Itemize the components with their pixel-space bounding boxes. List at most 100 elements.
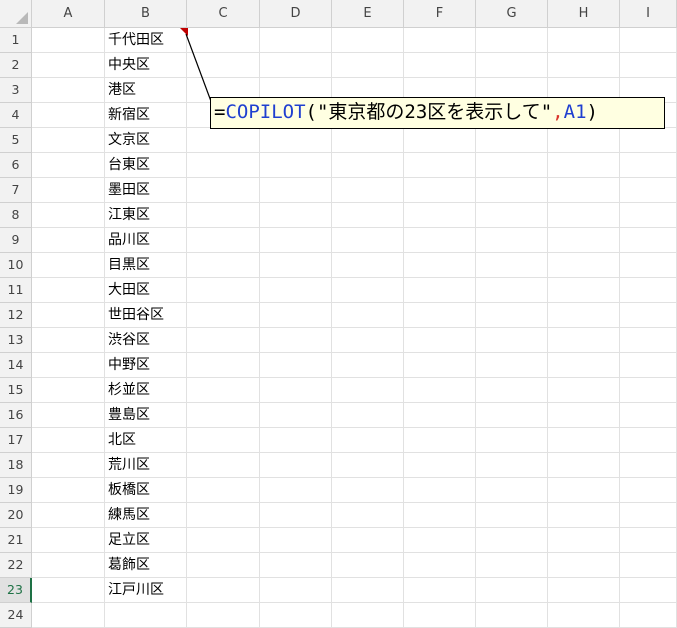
row-header-7[interactable]: 7 xyxy=(0,178,32,203)
row-header-9[interactable]: 9 xyxy=(0,228,32,253)
cell-a15[interactable] xyxy=(32,378,105,403)
cell-d16[interactable] xyxy=(260,403,332,428)
cell-f11[interactable] xyxy=(404,278,476,303)
cell-c17[interactable] xyxy=(187,428,260,453)
cell-e14[interactable] xyxy=(332,353,404,378)
cell-g5[interactable] xyxy=(476,128,548,153)
cell-e1[interactable] xyxy=(332,28,404,53)
select-all-corner[interactable] xyxy=(0,0,32,28)
cell-i5[interactable] xyxy=(620,128,677,153)
cell-f9[interactable] xyxy=(404,228,476,253)
cell-i9[interactable] xyxy=(620,228,677,253)
row-header-17[interactable]: 17 xyxy=(0,428,32,453)
cell-e13[interactable] xyxy=(332,328,404,353)
cell-h22[interactable] xyxy=(548,553,620,578)
cell-f18[interactable] xyxy=(404,453,476,478)
cell-g21[interactable] xyxy=(476,528,548,553)
cell-b18[interactable]: 荒川区 xyxy=(105,453,187,478)
cell-b23[interactable]: 江戸川区 xyxy=(105,578,187,603)
cell-e21[interactable] xyxy=(332,528,404,553)
cell-d2[interactable] xyxy=(260,53,332,78)
cell-d9[interactable] xyxy=(260,228,332,253)
cell-f23[interactable] xyxy=(404,578,476,603)
cell-b9[interactable]: 品川区 xyxy=(105,228,187,253)
cell-e18[interactable] xyxy=(332,453,404,478)
cell-f20[interactable] xyxy=(404,503,476,528)
cell-a21[interactable] xyxy=(32,528,105,553)
cell-g2[interactable] xyxy=(476,53,548,78)
cell-b11[interactable]: 大田区 xyxy=(105,278,187,303)
cell-g20[interactable] xyxy=(476,503,548,528)
column-header-i[interactable]: I xyxy=(620,0,677,28)
cell-a14[interactable] xyxy=(32,353,105,378)
cell-a7[interactable] xyxy=(32,178,105,203)
cell-a13[interactable] xyxy=(32,328,105,353)
row-header-20[interactable]: 20 xyxy=(0,503,32,528)
cell-g7[interactable] xyxy=(476,178,548,203)
cell-g16[interactable] xyxy=(476,403,548,428)
cell-b8[interactable]: 江東区 xyxy=(105,203,187,228)
cell-c10[interactable] xyxy=(187,253,260,278)
cell-i6[interactable] xyxy=(620,153,677,178)
cell-e22[interactable] xyxy=(332,553,404,578)
cell-c8[interactable] xyxy=(187,203,260,228)
cell-i24[interactable] xyxy=(620,603,677,628)
cell-d5[interactable] xyxy=(260,128,332,153)
cell-c22[interactable] xyxy=(187,553,260,578)
cell-a2[interactable] xyxy=(32,53,105,78)
cell-c6[interactable] xyxy=(187,153,260,178)
cell-g15[interactable] xyxy=(476,378,548,403)
cell-c14[interactable] xyxy=(187,353,260,378)
row-header-23[interactable]: 23 xyxy=(0,578,32,603)
cell-c11[interactable] xyxy=(187,278,260,303)
cell-d10[interactable] xyxy=(260,253,332,278)
cell-d17[interactable] xyxy=(260,428,332,453)
cell-h17[interactable] xyxy=(548,428,620,453)
row-header-12[interactable]: 12 xyxy=(0,303,32,328)
row-header-18[interactable]: 18 xyxy=(0,453,32,478)
cell-e10[interactable] xyxy=(332,253,404,278)
cell-i20[interactable] xyxy=(620,503,677,528)
cell-i21[interactable] xyxy=(620,528,677,553)
cell-i18[interactable] xyxy=(620,453,677,478)
cell-h8[interactable] xyxy=(548,203,620,228)
cell-b2[interactable]: 中央区 xyxy=(105,53,187,78)
cell-e17[interactable] xyxy=(332,428,404,453)
cell-i17[interactable] xyxy=(620,428,677,453)
cell-h21[interactable] xyxy=(548,528,620,553)
cell-h10[interactable] xyxy=(548,253,620,278)
cell-f8[interactable] xyxy=(404,203,476,228)
cell-e11[interactable] xyxy=(332,278,404,303)
cell-b20[interactable]: 練馬区 xyxy=(105,503,187,528)
cell-d12[interactable] xyxy=(260,303,332,328)
cell-f24[interactable] xyxy=(404,603,476,628)
cell-a12[interactable] xyxy=(32,303,105,328)
cell-a18[interactable] xyxy=(32,453,105,478)
cell-g24[interactable] xyxy=(476,603,548,628)
column-header-b[interactable]: B xyxy=(105,0,187,28)
cell-d8[interactable] xyxy=(260,203,332,228)
cell-d14[interactable] xyxy=(260,353,332,378)
cell-h1[interactable] xyxy=(548,28,620,53)
cell-i19[interactable] xyxy=(620,478,677,503)
cell-e12[interactable] xyxy=(332,303,404,328)
cell-f5[interactable] xyxy=(404,128,476,153)
cell-a16[interactable] xyxy=(32,403,105,428)
cell-h16[interactable] xyxy=(548,403,620,428)
cell-g19[interactable] xyxy=(476,478,548,503)
cell-b4[interactable]: 新宿区 xyxy=(105,103,187,128)
cell-d19[interactable] xyxy=(260,478,332,503)
row-header-4[interactable]: 4 xyxy=(0,103,32,128)
cell-g18[interactable] xyxy=(476,453,548,478)
cell-b24[interactable] xyxy=(105,603,187,628)
cell-h5[interactable] xyxy=(548,128,620,153)
cell-d18[interactable] xyxy=(260,453,332,478)
cell-b3[interactable]: 港区 xyxy=(105,78,187,103)
cell-a8[interactable] xyxy=(32,203,105,228)
cell-d21[interactable] xyxy=(260,528,332,553)
cell-b10[interactable]: 目黒区 xyxy=(105,253,187,278)
cell-d24[interactable] xyxy=(260,603,332,628)
cell-e9[interactable] xyxy=(332,228,404,253)
column-header-f[interactable]: F xyxy=(404,0,476,28)
cell-i16[interactable] xyxy=(620,403,677,428)
